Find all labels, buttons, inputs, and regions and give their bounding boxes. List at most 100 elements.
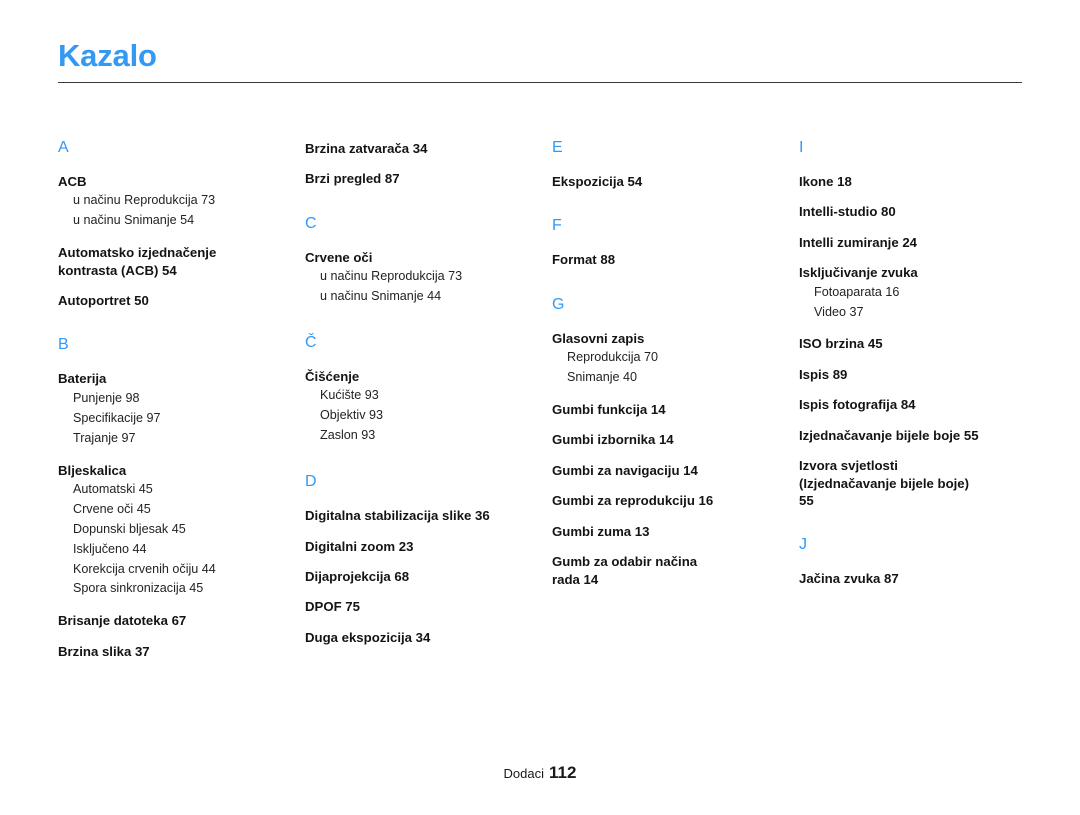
index-subentry[interactable]: Snimanje 40: [567, 368, 785, 388]
index-entry-title: Jačina zvuka 87: [799, 571, 899, 587]
index-subentry[interactable]: Crvene oči 45: [73, 500, 291, 520]
index-entry[interactable]: Glasovni zapis Reprodukcija 70 Snimanje 40: [552, 330, 785, 388]
index-subentry[interactable]: Reprodukcija 70: [567, 348, 785, 368]
index-entry[interactable]: Ispis 89: [799, 366, 1032, 383]
index-entry[interactable]: Baterija Punjenje 98 Specifikacije 97 Traja…: [58, 370, 291, 448]
index-entry-title: Izjednačavanje bijele boje 55: [799, 427, 979, 443]
index-subentry[interactable]: Punjenje 98: [73, 389, 291, 409]
index-entry[interactable]: Gumbi za reprodukciju 16: [552, 492, 785, 509]
index-subentry[interactable]: Fotoaparata 16: [814, 283, 1032, 303]
index-subentry[interactable]: Korekcija crvenih očiju 44: [73, 560, 291, 580]
letter-group: A ACB u načinu Reprodukcija 73 u načinu Sni…: [58, 140, 291, 309]
letter-heading: A: [58, 139, 69, 156]
index-entry[interactable]: ISO brzina 45: [799, 335, 1032, 352]
index-subentry[interactable]: Isključeno 44: [73, 540, 291, 560]
index-entry[interactable]: Crvene oči u načinu Reprodukcija 73 u nači…: [305, 249, 538, 307]
index-entry[interactable]: Duga ekspozicija 34: [305, 629, 538, 646]
letter-group: C Crvene oči u načinu Reprodukcija 73 u nač…: [305, 214, 538, 307]
index-entry[interactable]: Čišćenje Kućište 93 Objektiv 93 Zaslon 93: [305, 368, 538, 446]
footer-page-number: 112: [549, 763, 577, 782]
index-entry[interactable]: Gumb za odabir načina rada 14: [552, 553, 785, 588]
index-subentry[interactable]: u načinu Reprodukcija 73: [73, 191, 291, 211]
index-entry-title: Baterija: [58, 371, 107, 387]
letter-heading: E: [552, 139, 563, 156]
index-entry[interactable]: Digitalni zoom 23: [305, 538, 538, 555]
index-subentry-list: u načinu Reprodukcija 73 u načinu Snimanj…: [305, 267, 538, 307]
footer-inner: Dodaci 112: [504, 763, 577, 783]
index-entry-title: ISO brzina 45: [799, 336, 883, 352]
index-subentry[interactable]: u načinu Snimanje 54: [73, 211, 291, 231]
index-entry[interactable]: ACB u načinu Reprodukcija 73 u načinu Snim…: [58, 173, 291, 231]
title-divider: [58, 81, 1022, 83]
letter-group: G Glasovni zapis Reprodukcija 70 Snimanje 4…: [552, 295, 785, 588]
index-subentry-list: Kućište 93 Objektiv 93 Zaslon 93: [305, 386, 538, 446]
index-entry[interactable]: Bljeskalica Automatski 45 Crvene oči 45 Dop…: [58, 462, 291, 600]
letter-group: I Ikone 18 Intelli-studio 80 Intelli zumira…: [799, 140, 1032, 509]
letter-heading: I: [799, 139, 804, 156]
index-subentry[interactable]: Zaslon 93: [320, 426, 538, 446]
index-entry[interactable]: Brzi pregled 87: [305, 170, 538, 187]
letter-heading: J: [799, 536, 807, 554]
index-entry[interactable]: Ekspozicija 54: [552, 173, 785, 190]
index-entry-title: Brisanje datoteka 67: [58, 613, 187, 629]
index-entry-title: Brzina slika 37: [58, 643, 150, 659]
index-entry[interactable]: Ikone 18: [799, 173, 1032, 190]
index-entry[interactable]: Digitalna stabilizacija slike 36: [305, 507, 538, 524]
letter-group: D Digitalna stabilizacija slike 36 Digital…: [305, 474, 538, 646]
index-entry-title: Gumbi funkcija 14: [552, 402, 666, 418]
index-subentry[interactable]: Trajanje 97: [73, 429, 291, 449]
index-entry[interactable]: Brzina slika 37: [58, 643, 291, 660]
index-entry[interactable]: Intelli zumiranje 24: [799, 234, 1032, 251]
letter-heading: D: [305, 473, 317, 491]
index-entry[interactable]: Intelli-studio 80: [799, 203, 1032, 220]
letter-heading: C: [305, 214, 317, 232]
index-subentry[interactable]: Objektiv 93: [320, 406, 538, 426]
index-entry[interactable]: Jačina zvuka 87: [799, 570, 1032, 587]
index-subentry[interactable]: u načinu Reprodukcija 73: [320, 267, 538, 287]
index-entry[interactable]: Automatsko izjednačenje kontrasta (ACB) …: [58, 244, 291, 279]
index-entry[interactable]: Gumbi zuma 13: [552, 523, 785, 540]
index-entry-title: Automatsko izjednačenje kontrasta (ACB) …: [58, 245, 217, 278]
letter-heading: B: [58, 336, 69, 354]
letter-group: Č Čišćenje Kućište 93 Objektiv 93 Zaslon 93: [305, 335, 538, 446]
letter-heading: G: [552, 295, 565, 313]
index-entry-title: Isključivanje zvuka: [799, 265, 918, 281]
index-entry-title: Ispis 89: [799, 366, 848, 382]
index-entry[interactable]: Dijaprojekcija 68: [305, 568, 538, 585]
index-entry-title: Brzi pregled 87: [305, 171, 400, 187]
index-entry[interactable]: Gumbi izbornika 14: [552, 431, 785, 448]
page-title: Kazalo: [58, 38, 157, 73]
index-column: E Ekspozicija 54 F Format 88 G Glasovni zapis…: [552, 140, 799, 588]
index-entry[interactable]: Brzina zatvarača 34: [305, 140, 538, 157]
letter-heading: Č: [305, 334, 317, 352]
index-subentry[interactable]: u načinu Snimanje 44: [320, 287, 538, 307]
index-entry[interactable]: Ispis fotografija 84: [799, 396, 1032, 413]
index-subentry[interactable]: Spora sinkronizacija 45: [73, 579, 291, 599]
index-entry-title: Gumbi za navigaciju 14: [552, 462, 698, 478]
index-subentry-list: Fotoaparata 16 Video 37: [799, 283, 1032, 323]
index-entry[interactable]: Gumbi funkcija 14: [552, 401, 785, 418]
index-entry-title: Ikone 18: [799, 174, 852, 189]
index-subentry[interactable]: Video 37: [814, 303, 1032, 323]
index-entry[interactable]: Autoportret 50: [58, 292, 291, 309]
index-entry[interactable]: DPOF 75: [305, 598, 538, 615]
index-entry-title: Intelli-studio 80: [799, 204, 896, 220]
index-entry[interactable]: Isključivanje zvuka Fotoaparata 16 Video 3…: [799, 264, 1032, 322]
index-subentry[interactable]: Kućište 93: [320, 386, 538, 406]
index-entry[interactable]: Format 88: [552, 251, 785, 268]
page-footer: Dodaci 112: [0, 763, 1080, 783]
letter-group: J Jačina zvuka 87: [799, 537, 1032, 587]
index-entry[interactable]: Izvora svjetlosti (Izjednačavanje bijele…: [799, 457, 1032, 509]
index-entry[interactable]: Gumbi za navigaciju 14: [552, 462, 785, 479]
index-entry-title: Gumbi za reprodukciju 16: [552, 493, 714, 509]
index-entry-title: Gumb za odabir načina rada 14: [552, 554, 698, 587]
index-subentry-list: Reprodukcija 70 Snimanje 40: [552, 348, 785, 388]
index-entry[interactable]: Izjednačavanje bijele boje 55: [799, 427, 1032, 444]
footer-section-label: Dodaci: [503, 766, 545, 781]
index-subentry[interactable]: Automatski 45: [73, 480, 291, 500]
letter-group: Brzina zatvarača 34 Brzi pregled 87: [305, 140, 538, 188]
index-subentry[interactable]: Dopunski bljesak 45: [73, 520, 291, 540]
index-entry[interactable]: Brisanje datoteka 67: [58, 612, 291, 629]
index-subentry[interactable]: Specifikacije 97: [73, 409, 291, 429]
index-subentry-list: Automatski 45 Crvene oči 45 Dopunski bljes…: [58, 480, 291, 599]
